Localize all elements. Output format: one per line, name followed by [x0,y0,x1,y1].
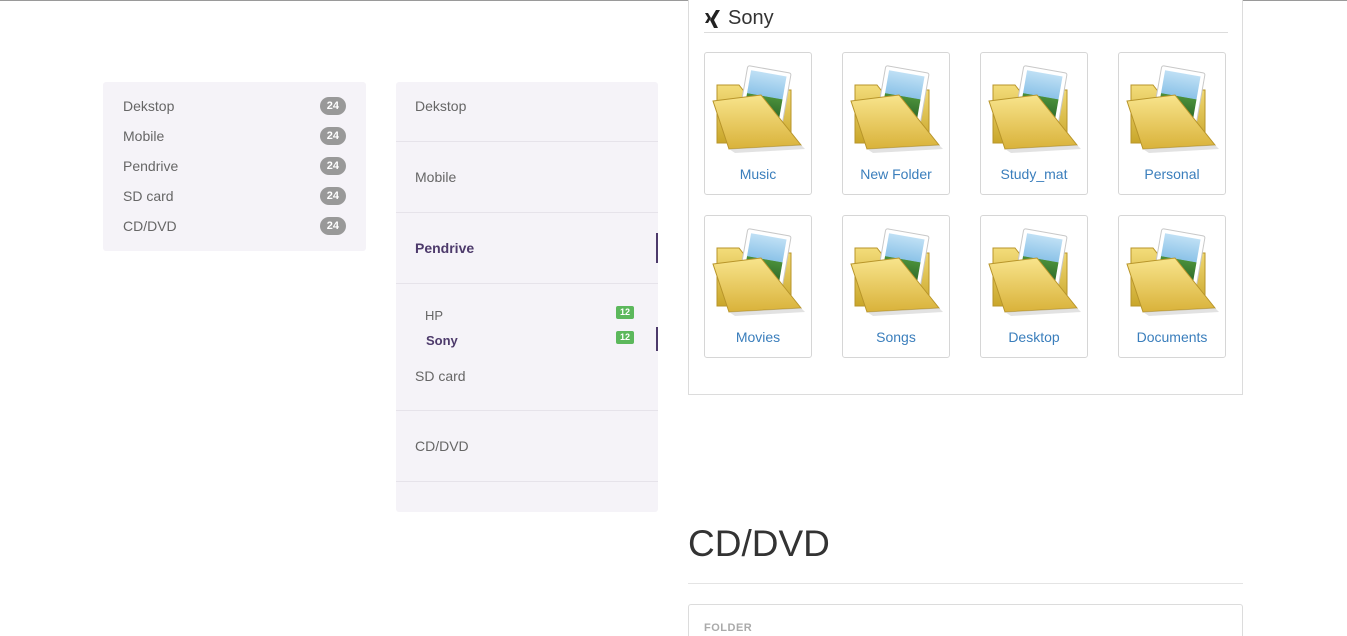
nav-item-cd-dvd[interactable]: CD/DVD [396,411,658,482]
folder-name[interactable]: Study_mat [981,166,1087,182]
folder-card[interactable]: Documents [1118,215,1226,358]
count-badge: 24 [319,127,346,145]
folder-name[interactable]: Songs [843,329,949,345]
folder-panel: Sony Music New Folder Study_mat Personal… [688,0,1243,395]
category-label: Dekstop [123,98,175,114]
folder-icon [988,228,1081,316]
category-item-desktop[interactable]: Dekstop 24 [103,91,366,121]
folder-icon [712,228,805,316]
folder-icon [1126,228,1219,316]
category-list: Dekstop 24 Mobile 24 Pendrive 24 SD card… [103,82,366,251]
folder-name[interactable]: Documents [1119,329,1225,345]
active-indicator [656,233,658,263]
sub-item-hp[interactable]: HP 12 [396,304,658,326]
category-item-cd-dvd[interactable]: CD/DVD 24 [103,211,366,241]
folder-name[interactable]: Music [705,166,811,182]
folder-name[interactable]: New Folder [843,166,949,182]
folder-box-label: FOLDER [704,622,753,634]
category-item-pendrive[interactable]: Pendrive 24 [103,151,366,181]
count-badge: 24 [319,217,346,235]
nav-label: CD/DVD [415,438,469,454]
category-label: Mobile [123,128,165,144]
folder-name[interactable]: Personal [1119,166,1225,182]
folder-card[interactable]: Desktop [980,215,1088,358]
nav-label: Pendrive [415,240,475,256]
nav-label: SD card [415,368,466,384]
count-badge: 12 [616,306,635,319]
folder-box: FOLDER [688,604,1243,636]
active-indicator [656,327,658,351]
nav-label: Dekstop [415,98,467,114]
nav-item-sd-card[interactable]: SD card [396,354,658,411]
folder-icon [850,228,943,316]
panel-header: Sony [704,5,1228,33]
category-item-sd-card[interactable]: SD card 24 [103,181,366,211]
folder-name[interactable]: Desktop [981,329,1087,345]
xing-icon [705,9,720,28]
count-badge: 24 [319,157,346,175]
folder-card[interactable]: Music [704,52,812,195]
nav-item-mobile[interactable]: Mobile [396,142,658,213]
category-label: CD/DVD [123,218,177,234]
count-badge: 24 [319,187,346,205]
folder-card[interactable]: New Folder [842,52,950,195]
folder-icon [850,65,943,153]
category-label: Pendrive [123,158,179,174]
sub-item-sony[interactable]: Sony 12 [396,327,658,351]
category-item-mobile[interactable]: Mobile 24 [103,121,366,151]
folder-card[interactable]: Songs [842,215,950,358]
section-title: CD/DVD [688,523,830,564]
folder-icon [988,65,1081,153]
count-badge: 12 [616,331,635,344]
nav-item-pendrive[interactable]: Pendrive [396,213,658,284]
storage-nav: Dekstop Mobile Pendrive HP 12 Sony 12 SD… [396,82,658,512]
sub-item-label: HP [425,308,444,323]
folder-card[interactable]: Movies [704,215,812,358]
folder-icon [1126,65,1219,153]
panel-title: Sony [728,7,774,29]
folder-icon [712,65,805,153]
nav-item-desktop[interactable]: Dekstop [396,82,658,142]
folder-card[interactable]: Personal [1118,52,1226,195]
folder-card[interactable]: Study_mat [980,52,1088,195]
sub-item-label: Sony [426,333,458,348]
nav-label: Mobile [415,169,457,185]
folder-name[interactable]: Movies [705,329,811,345]
section-divider [688,583,1243,584]
category-label: SD card [123,188,174,204]
count-badge: 24 [319,97,346,115]
